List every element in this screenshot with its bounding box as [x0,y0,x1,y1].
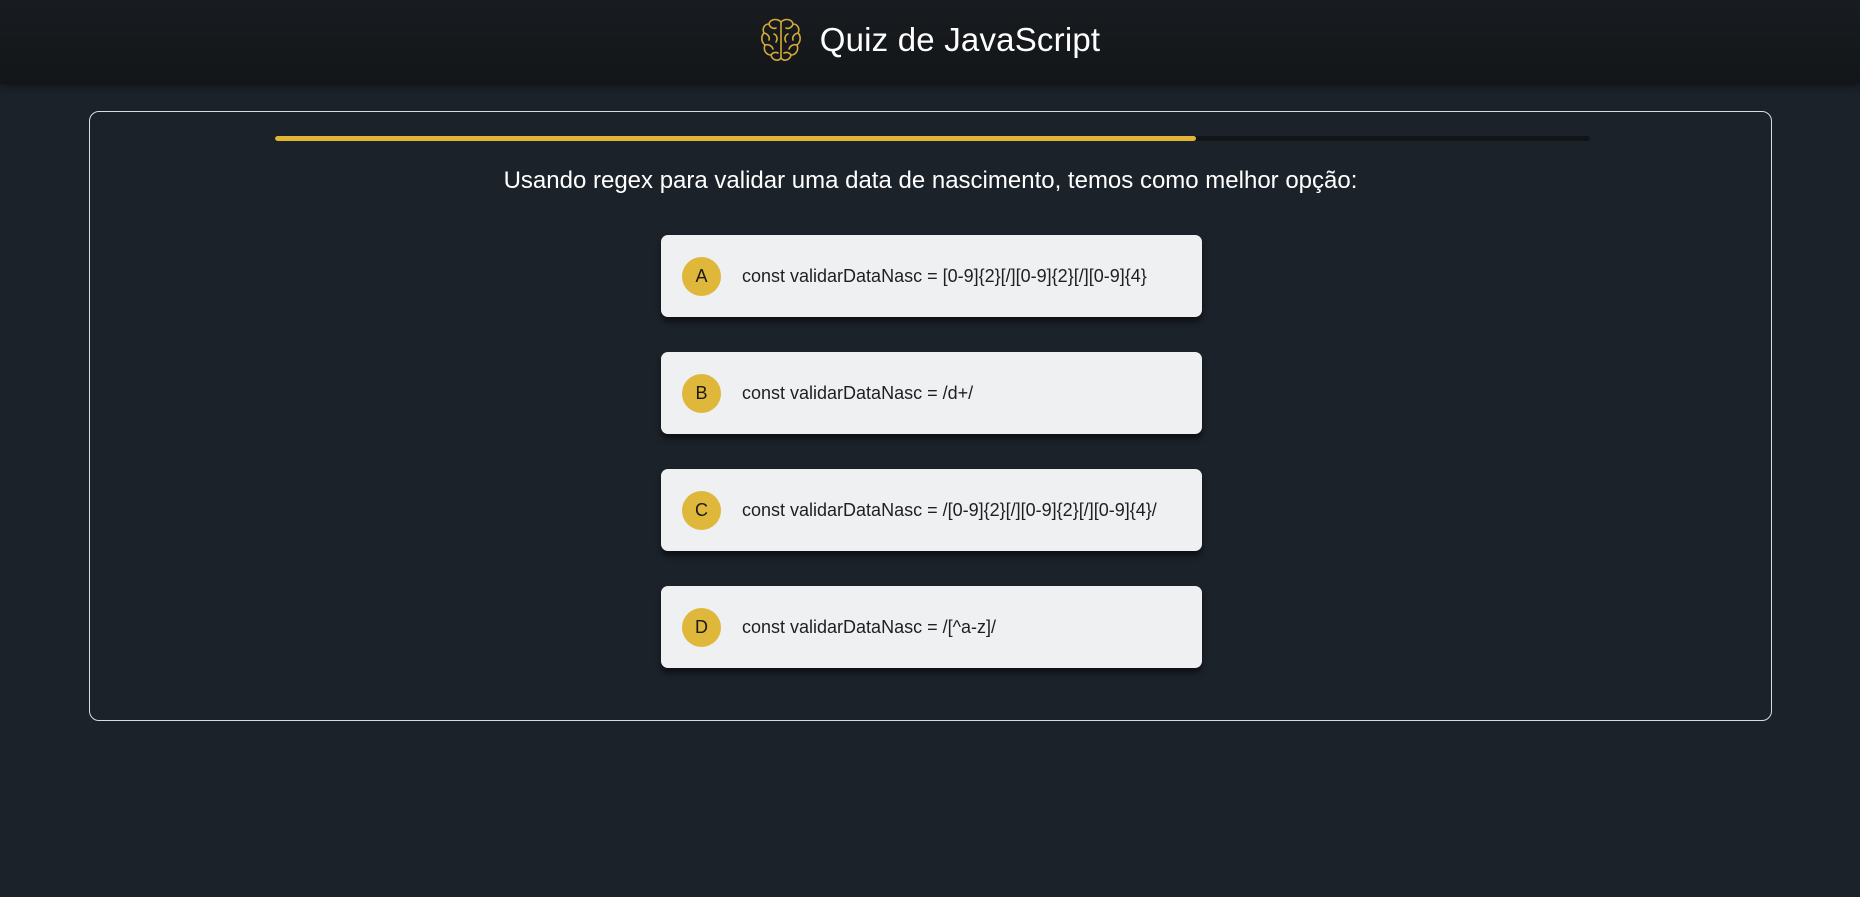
quiz-card: Usando regex para validar uma data de na… [89,111,1772,721]
option-text: const validarDataNasc = /[0-9]{2}[/][0-9… [742,499,1157,520]
option-text: const validarDataNasc = /[^a-z]/ [742,616,997,637]
question-text: Usando regex para validar uma data de na… [503,167,1358,194]
progress-fill [275,136,1196,141]
option-letter-badge: D [682,607,721,647]
option-text: const validarDataNasc = /d+/ [742,382,974,403]
option-b-button[interactable]: B const validarDataNasc = /d+/ [661,352,1202,434]
option-letter-badge: C [682,490,721,530]
option-d-button[interactable]: D const validarDataNasc = /[^a-z]/ [661,586,1202,668]
option-letter-badge: B [682,373,721,413]
progress-bar [275,136,1590,141]
option-letter-badge: A [682,256,721,296]
options-list: A const validarDataNasc = [0-9]{2}[/][0-… [661,235,1202,703]
option-c-button[interactable]: C const validarDataNasc = /[0-9]{2}[/][0… [661,469,1202,551]
app-header: Quiz de JavaScript [0,0,1860,84]
page-title: Quiz de JavaScript [819,21,1101,58]
option-text: const validarDataNasc = [0-9]{2}[/][0-9]… [742,265,1147,286]
option-a-button[interactable]: A const validarDataNasc = [0-9]{2}[/][0-… [661,235,1202,317]
brand: Quiz de JavaScript [760,17,1101,63]
brain-icon [760,18,801,61]
